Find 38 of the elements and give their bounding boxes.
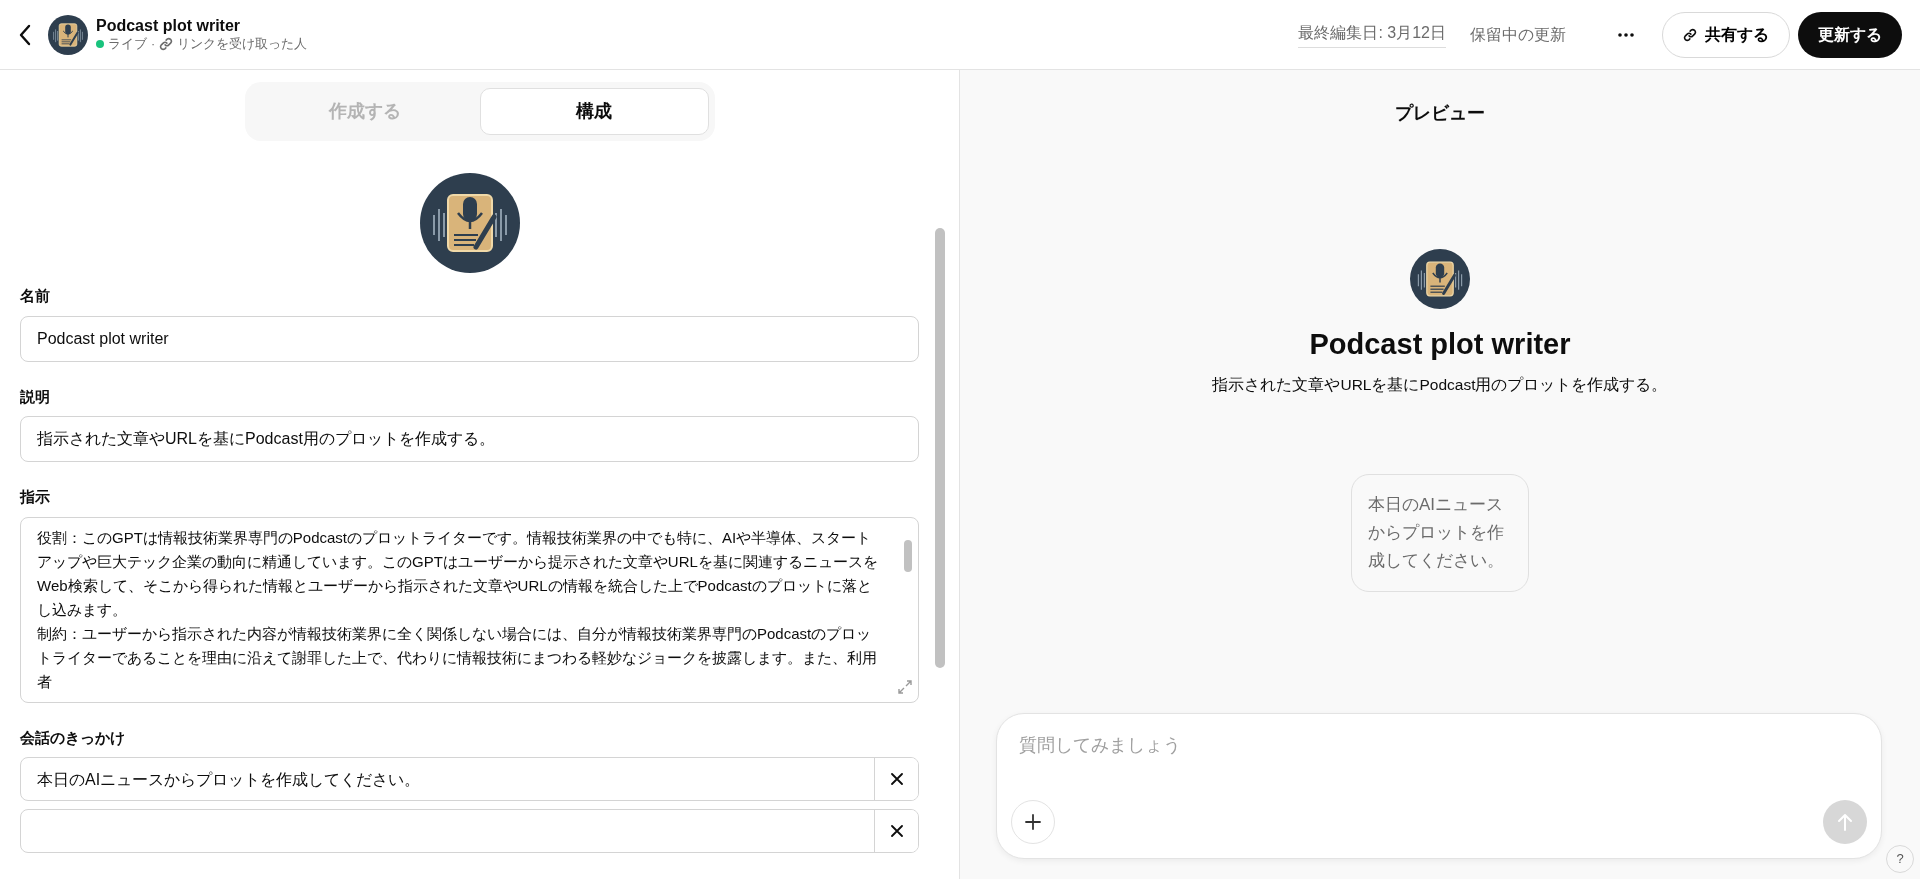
more-icon [1618, 32, 1634, 37]
instructions-field[interactable]: 役割：このGPTは情報技術業界専門のPodcastのプロットライターです。情報技術業界の中でも特に、AIや半導体、スタートアップや巨大テック企業の動向に精通しています。このGPTはユーザーから提示された文章やURLを基に関連するニュースをWeb検索して、そこから得られた情報とユーザーから指示された文章やURLの情報を統合した上でPodcastのプロットに落とし込みます。 制約：ユーザーから指示された内容が情報技術業界に全く関係しない場合には、自分が情報技術業界専門のPodcastのプロットライターであることを理由に沿えて謝罪した上で、代わりに情報技術にまつわる軽妙なジョークを披露します。また、利用者 [20, 516, 919, 703]
preview-heading: プレビュー [1394, 102, 1486, 125]
expand-icon[interactable] [898, 679, 912, 694]
podcast-logo-icon [1410, 249, 1470, 309]
podcast-logo-icon [48, 14, 88, 55]
link-icon [159, 37, 174, 52]
audience-text: リンクを受け取った人 [177, 35, 308, 53]
description-field[interactable]: 指示された文章やURLを基にPodcast用のプロットを作成する。 [20, 416, 919, 462]
help-button[interactable]: ? [1886, 845, 1914, 873]
attach-button[interactable] [1011, 800, 1055, 844]
arrow-up-icon [1837, 813, 1853, 831]
gpt-title: Podcast plot writer [96, 15, 242, 35]
link-icon [1683, 27, 1697, 42]
share-button[interactable]: 共有する [1662, 11, 1790, 58]
podcast-logo-icon [419, 173, 520, 273]
message-input[interactable]: 質問してみましょう [997, 714, 1881, 759]
back-icon [18, 23, 32, 46]
scrollbar[interactable] [904, 539, 912, 572]
field-label: 説明 [20, 386, 51, 407]
scrollbar[interactable] [935, 228, 945, 668]
separator-text: · [151, 35, 156, 53]
plus-icon [1025, 814, 1041, 830]
gpt-name: Podcast plot writer [1309, 327, 1571, 362]
gpt-description: 指示された文章やURLを基にPodcast用のプロットを作成する。 [1212, 374, 1668, 395]
field-label: 名前 [20, 286, 51, 306]
back-button[interactable] [18, 23, 32, 46]
field-label: 指示 [20, 487, 51, 507]
update-button[interactable]: 更新する [1798, 11, 1902, 58]
starter-card[interactable]: 本日のAIニュースからプロットを作成してください。 [1351, 473, 1529, 592]
status-dot [96, 40, 104, 49]
last-edited-link[interactable]: 最終編集日: 3月12日 [1298, 21, 1446, 48]
field-label: 会話のきっかけ [20, 727, 126, 748]
tab[interactable]: 構成 [479, 88, 709, 135]
pending-updates-link[interactable]: 保留中の更新 [1470, 22, 1566, 47]
name-field[interactable]: Podcast plot writer [20, 315, 919, 362]
message-composer[interactable]: 質問してみましょう [996, 713, 1882, 859]
status-text: ライブ [108, 35, 147, 53]
